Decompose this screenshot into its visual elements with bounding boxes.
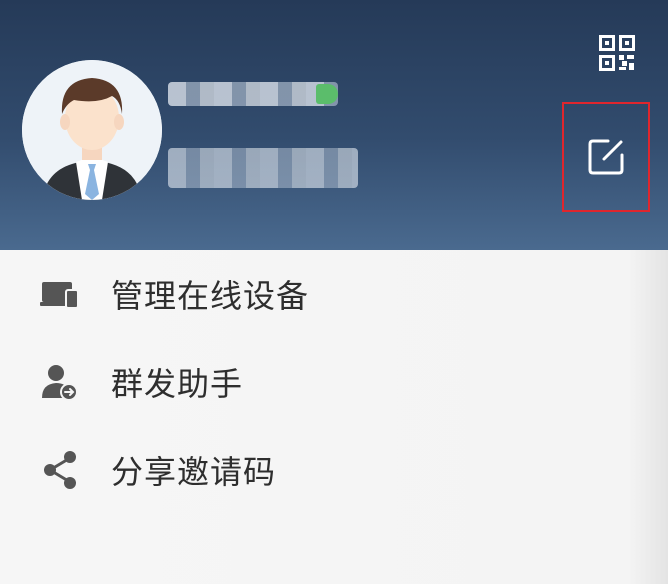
broadcast-user-icon [40,362,80,402]
profile-header [0,0,668,250]
share-icon [40,450,80,490]
edit-profile-button[interactable] [562,102,650,212]
username-redacted [168,82,338,106]
menu-item-broadcast-assistant[interactable]: 群发助手 [0,338,660,426]
menu-item-label: 群发助手 [111,365,244,403]
drawer-menu: 管理在线设备 群发助手 分享邀请码 [0,250,668,584]
menu-item-manage-devices[interactable]: 管理在线设备 [0,250,660,338]
username-badge [316,84,338,104]
qr-code-icon [599,35,635,71]
avatar-illustration [22,60,162,200]
avatar[interactable] [22,60,162,200]
devices-icon [40,274,80,314]
edit-profile-icon [588,139,624,175]
menu-item-label: 管理在线设备 [111,277,310,315]
menu-item-share-invite-code[interactable]: 分享邀请码 [0,426,660,514]
account-id-redacted [168,148,358,188]
menu-item-label: 分享邀请码 [111,453,277,491]
qr-code-button[interactable] [598,34,636,72]
